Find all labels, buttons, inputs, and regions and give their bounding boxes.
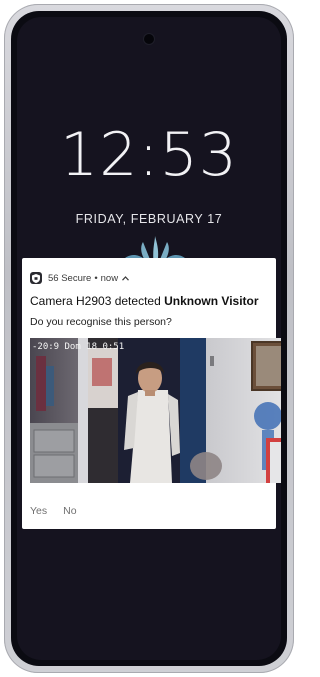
title-prefix: Camera H2903 detected	[30, 294, 165, 308]
chevron-up-icon[interactable]	[122, 275, 130, 281]
camera-snapshot[interactable]: -20:9 Dom 18 0:51	[30, 338, 281, 483]
notification-time: now	[100, 272, 119, 284]
front-camera	[144, 34, 154, 44]
lockscreen-date: FRIDAY, FEBRUARY 17	[75, 212, 223, 226]
shield-icon	[30, 272, 42, 284]
notification-header: 56 Secure • now	[30, 271, 130, 285]
notification-body: Do you recognise this person?	[30, 316, 172, 328]
phone-frame: 12:53 FRIDAY, FEBRUARY 17 56 Secure • no…	[4, 4, 294, 673]
lock-screen: 12:53 FRIDAY, FEBRUARY 17 56 Secure • no…	[17, 17, 281, 660]
phone-bezel: 12:53 FRIDAY, FEBRUARY 17 56 Secure • no…	[11, 11, 287, 666]
no-button[interactable]: No	[63, 505, 76, 517]
lockscreen-clock: 12:53	[60, 120, 238, 190]
notification-actions: Yes No	[30, 505, 77, 517]
notification-title: Camera H2903 detected Unknown Visitor	[30, 294, 259, 308]
snapshot-image: -20:9 Dom 18 0:51	[30, 338, 281, 483]
title-bold: Unknown Visitor	[164, 294, 259, 308]
header-separator: •	[94, 272, 98, 284]
yes-button[interactable]: Yes	[30, 505, 47, 517]
app-name: 56 Secure	[48, 272, 92, 284]
security-notification[interactable]: 56 Secure • now Camera H2903 detected Un…	[22, 258, 281, 529]
snapshot-timestamp: -20:9 Dom 18 0:51	[32, 342, 124, 352]
